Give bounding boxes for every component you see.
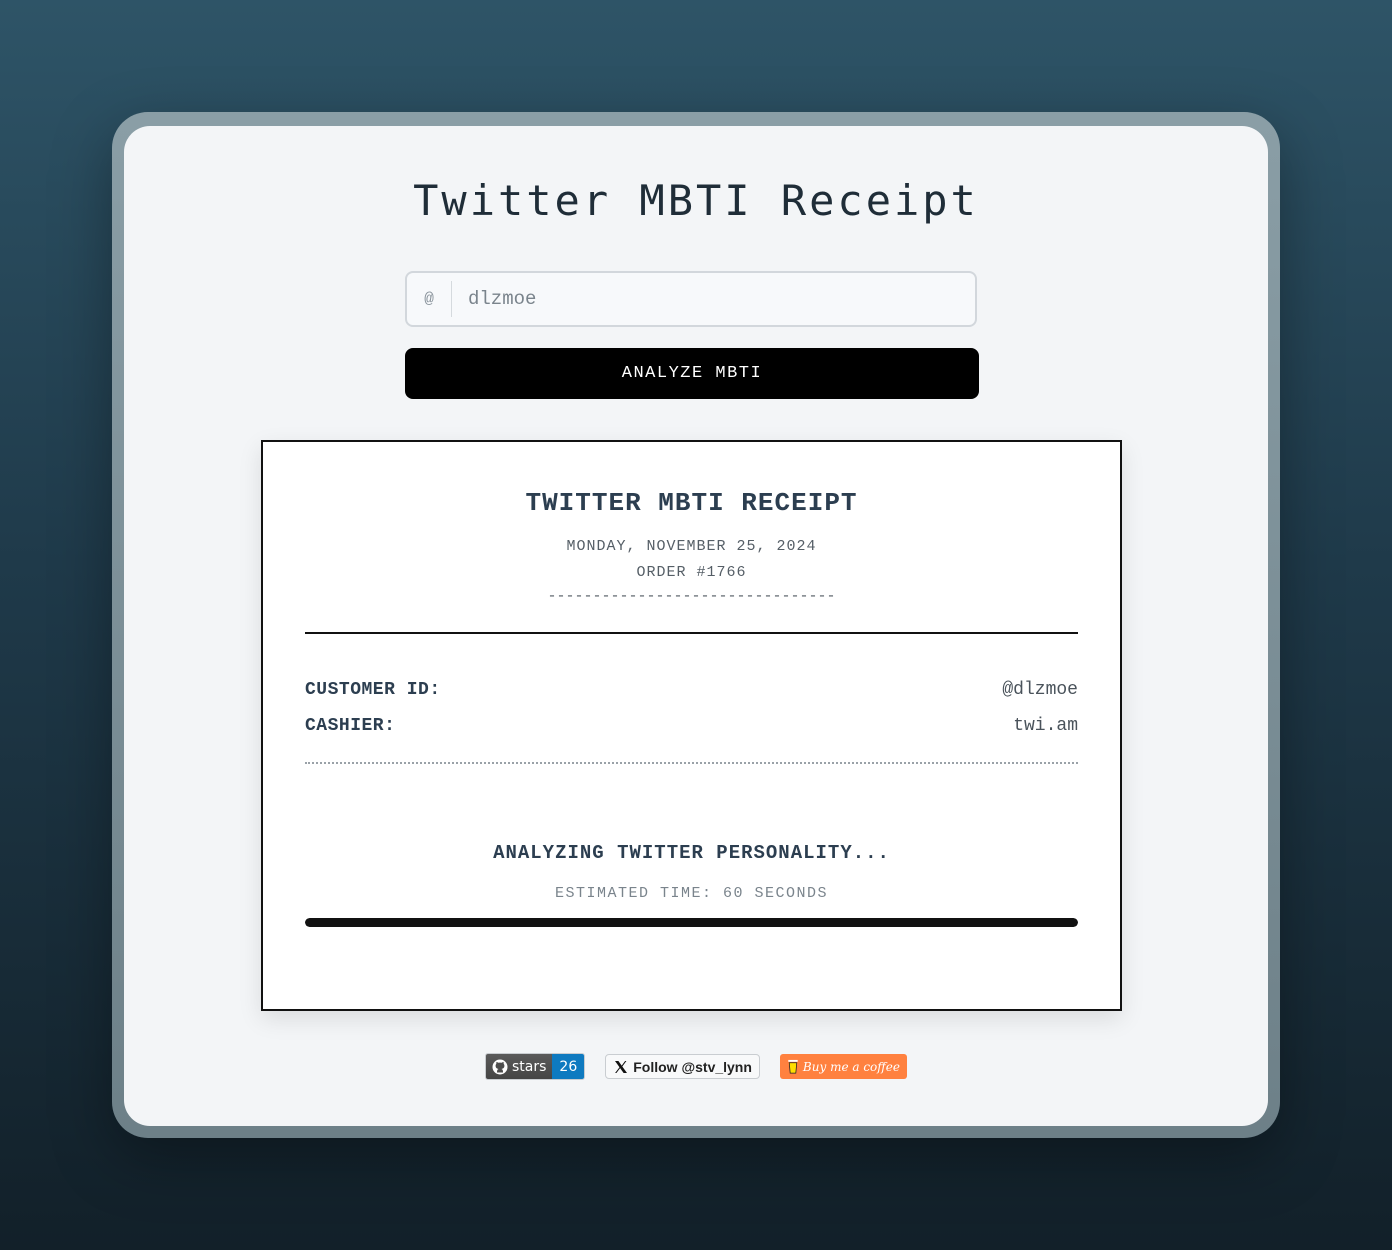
buy-me-coffee-button[interactable]: Buy me a coffee xyxy=(779,1054,907,1079)
estimated-time: ESTIMATED TIME: 60 SECONDS xyxy=(554,885,829,902)
progress-fill xyxy=(305,918,1078,927)
github-stars-label: stars xyxy=(512,1058,547,1075)
receipt-date: MONDAY, NOVEMBER 25, 2024 xyxy=(566,538,817,555)
receipt-title: TWITTER MBTI RECEIPT xyxy=(525,488,858,518)
receipt-order: ORDER #1766 xyxy=(636,564,747,581)
receipt-divider xyxy=(305,632,1078,634)
at-prefix: @ xyxy=(407,281,452,317)
receipt: TWITTER MBTI RECEIPT MONDAY, NOVEMBER 25… xyxy=(261,440,1122,1011)
progress-bar xyxy=(305,918,1078,927)
receipt-dashes: -------------------------------- xyxy=(547,588,836,605)
github-stars-count: 26 xyxy=(552,1054,585,1079)
customer-value: @dlzmoe xyxy=(1002,680,1078,700)
handle-input[interactable] xyxy=(452,273,975,325)
follow-x-label: Follow @stv_lynn xyxy=(633,1058,752,1075)
footer-badges: stars 26 Follow @stv_lynn Buy me a coffe… xyxy=(0,1053,1392,1080)
github-icon xyxy=(492,1059,508,1074)
customer-label: CUSTOMER ID: xyxy=(305,680,441,700)
cashier-row: CASHIER: twi.am xyxy=(305,716,1078,736)
github-stars-badge[interactable]: stars 26 xyxy=(485,1053,586,1080)
page-title: Twitter MBTI Receipt xyxy=(413,176,979,225)
x-logo-icon xyxy=(615,1060,628,1073)
cashier-value: twi.am xyxy=(1013,716,1078,736)
github-stars-left: stars xyxy=(486,1054,553,1079)
coffee-cup-icon xyxy=(788,1059,798,1074)
cashier-label: CASHIER: xyxy=(305,716,396,736)
handle-field: @ xyxy=(405,271,977,327)
analyze-button[interactable]: ANALYZE MBTI xyxy=(405,348,979,399)
follow-x-button[interactable]: Follow @stv_lynn xyxy=(605,1054,760,1079)
coffee-label: Buy me a coffee xyxy=(802,1059,900,1074)
customer-row: CUSTOMER ID: @dlzmoe xyxy=(305,680,1078,700)
analyzing-status: ANALYZING TWITTER PERSONALITY... xyxy=(493,842,890,864)
dotted-divider xyxy=(305,762,1078,764)
